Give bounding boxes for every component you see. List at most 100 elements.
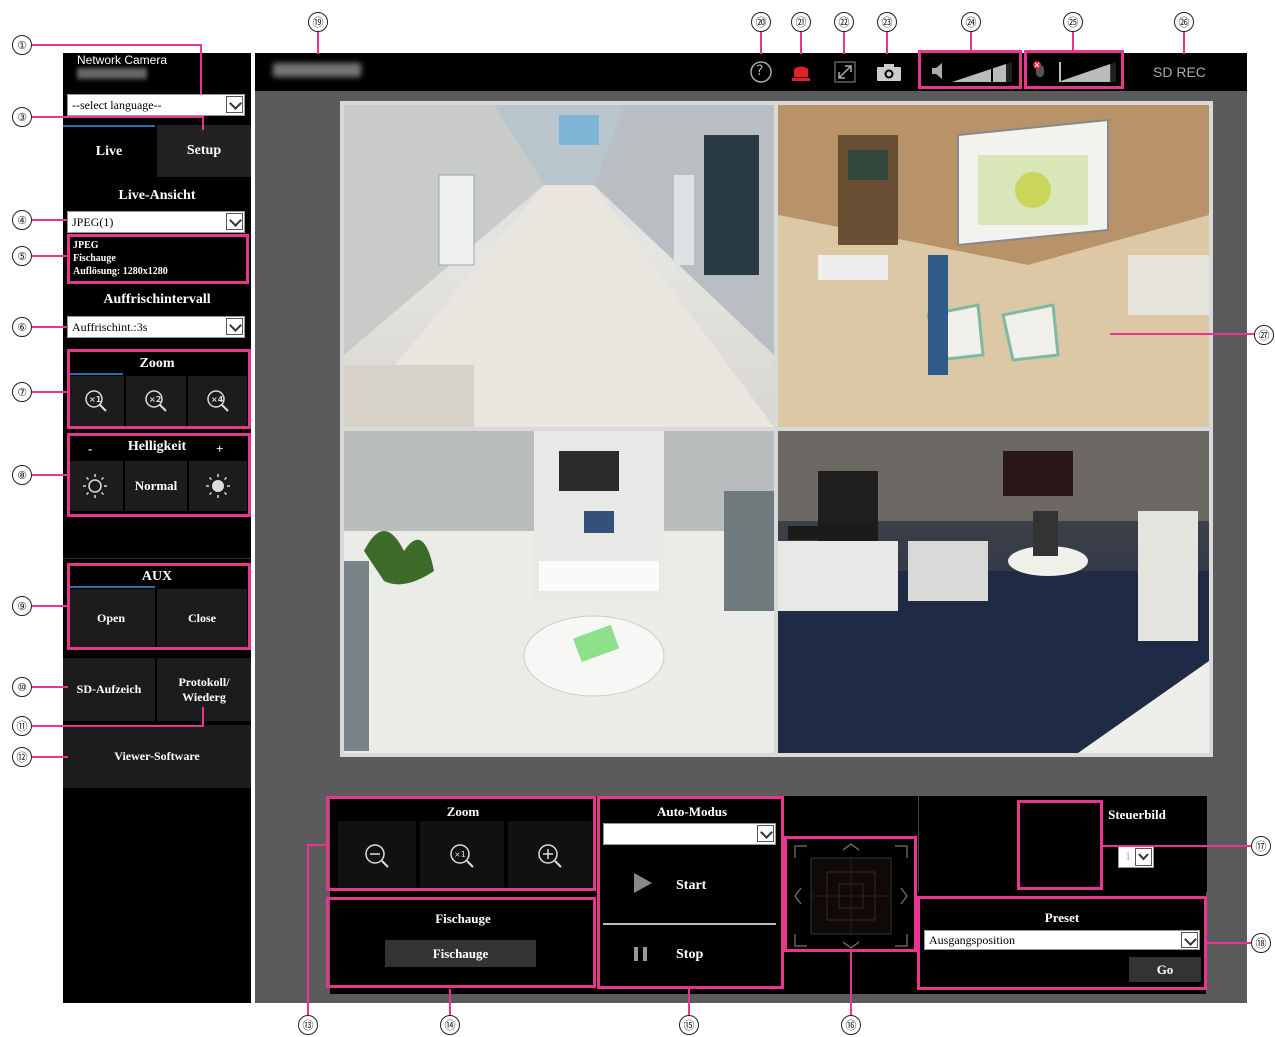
callout-12: ⑫ xyxy=(12,747,32,767)
viewer-software-button[interactable]: Viewer-Software xyxy=(63,725,251,788)
chevron-down-icon xyxy=(226,213,243,230)
tab-setup[interactable]: Setup xyxy=(157,125,251,177)
help-glyph: ? xyxy=(756,63,764,79)
callout-25: ㉕ xyxy=(1063,12,1083,32)
callout-line-25 xyxy=(1072,30,1074,52)
stream-select[interactable]: JPEG(1) xyxy=(67,211,245,233)
callout-line-23 xyxy=(886,30,888,54)
refresh-title: Auffrischintervall xyxy=(103,292,211,307)
alarm-light-icon xyxy=(792,66,810,81)
highlight-5 xyxy=(67,234,249,284)
callout-16: ⑯ xyxy=(841,1015,861,1035)
callout-14: ⑭ xyxy=(440,1015,460,1035)
model-name-blurred xyxy=(77,68,147,79)
callout-23: ㉓ xyxy=(877,12,897,32)
highlight-14 xyxy=(326,897,596,988)
callout-line-22 xyxy=(843,30,845,54)
office-scene xyxy=(778,431,1209,753)
control-image-select[interactable]: 1 xyxy=(1118,846,1154,868)
camera-icon xyxy=(877,64,901,81)
callout-3: ③ xyxy=(12,107,32,127)
product-label: Network Camera xyxy=(77,53,168,67)
callout-24: ㉔ xyxy=(961,12,981,32)
callout-line-4 xyxy=(32,219,68,221)
callout-22: ㉒ xyxy=(834,12,854,32)
chevron-down-icon xyxy=(1135,848,1152,866)
callout-line-20 xyxy=(760,30,762,54)
alarm-button[interactable] xyxy=(789,61,813,83)
video-quadrant-1 xyxy=(344,105,774,427)
sidebar: Network Camera --select language-- Live … xyxy=(63,53,251,1003)
callout-10: ⑩ xyxy=(12,677,32,697)
sd-recording-button[interactable]: SD-Aufzeich xyxy=(63,658,155,721)
callout-line-15 xyxy=(688,989,690,1017)
callout-5: ⑤ xyxy=(12,246,32,266)
stream-select-value: JPEG(1) xyxy=(72,215,114,229)
sd-rec-indicator: SD REC xyxy=(1153,64,1206,80)
tab-live[interactable]: Live xyxy=(63,127,155,177)
callout-18: ⑱ xyxy=(1251,933,1271,953)
callout-line-9 xyxy=(32,605,68,607)
callout-9: ⑨ xyxy=(12,596,32,616)
video-quadrant-4 xyxy=(778,431,1209,753)
log-playback-line2: Wiederg xyxy=(182,689,226,704)
divider xyxy=(63,558,251,559)
callout-line-14 xyxy=(449,989,451,1017)
refresh-select[interactable]: Auffrischint.:3s xyxy=(67,316,245,338)
callout-19: ⑲ xyxy=(308,12,328,32)
control-image-value: 1 xyxy=(1125,849,1131,863)
help-button[interactable]: ? xyxy=(748,59,774,85)
callout-line-7 xyxy=(32,391,68,393)
callout-20: ⑳ xyxy=(751,12,771,32)
callout-line-27 xyxy=(1110,333,1255,335)
callout-line-16 xyxy=(850,952,852,1017)
highlight-13 xyxy=(326,796,596,891)
highlight-8 xyxy=(67,433,251,517)
callout-line-18 xyxy=(1207,942,1255,944)
video-quadrant-2 xyxy=(778,105,1209,427)
callout-1: ① xyxy=(12,35,32,55)
callout-6: ⑥ xyxy=(12,317,32,337)
callout-line-1 xyxy=(200,44,202,94)
highlight-25 xyxy=(1024,50,1124,89)
corridor-scene xyxy=(344,105,774,427)
callout-line-11 xyxy=(32,725,204,727)
chevron-down-icon xyxy=(226,318,243,335)
camera-title-blurred xyxy=(273,63,361,77)
live-view-title: Live-Ansicht xyxy=(118,188,196,203)
callout-line-13 xyxy=(307,844,328,846)
callout-line-6 xyxy=(32,326,68,328)
highlight-24 xyxy=(918,50,1022,89)
callout-11: ⑪ xyxy=(12,716,32,736)
snapshot-button[interactable] xyxy=(875,61,903,83)
meeting-room-scene xyxy=(778,105,1209,427)
highlight-16 xyxy=(784,836,917,952)
callout-line-8 xyxy=(32,474,68,476)
callout-line-5 xyxy=(32,255,68,257)
callout-line-21 xyxy=(800,30,802,54)
callout-27: ㉗ xyxy=(1254,325,1274,345)
callout-line-13 xyxy=(307,844,309,1019)
callout-line-3 xyxy=(32,116,204,118)
highlight-15 xyxy=(597,796,784,989)
callout-line-11 xyxy=(202,707,204,727)
callout-line-10 xyxy=(32,686,68,688)
callout-8: ⑧ xyxy=(12,465,32,485)
video-frame[interactable] xyxy=(340,101,1213,757)
language-select-value: --select language-- xyxy=(72,98,162,112)
highlight-9 xyxy=(67,563,251,650)
log-playback-button[interactable]: Protokoll/ Wiederg xyxy=(157,658,251,721)
callout-21: ㉑ xyxy=(791,12,811,32)
callout-line-24 xyxy=(970,30,972,52)
fullscreen-button[interactable] xyxy=(833,60,857,84)
callout-4: ④ xyxy=(12,210,32,230)
log-playback-line1: Protokoll/ xyxy=(178,674,230,689)
language-select[interactable]: --select language-- xyxy=(67,94,245,116)
highlight-17 xyxy=(1017,800,1103,890)
highlight-18 xyxy=(917,896,1207,990)
callout-line-1 xyxy=(32,44,202,46)
callout-line-17 xyxy=(1103,845,1255,847)
lobby-scene xyxy=(344,431,774,753)
chevron-down-icon xyxy=(226,96,243,113)
callout-7: ⑦ xyxy=(12,382,32,402)
